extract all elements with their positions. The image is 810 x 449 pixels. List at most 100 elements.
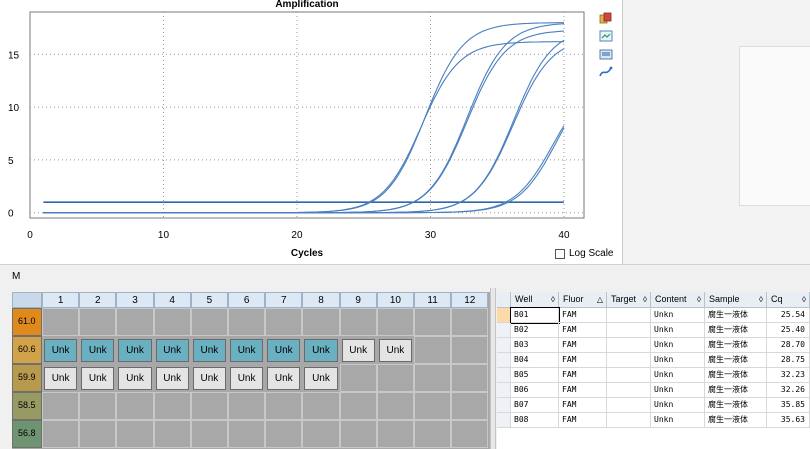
column-header-target[interactable]: Target ◊ — [607, 292, 651, 308]
cell-content[interactable]: Unkn — [651, 353, 705, 368]
plate-well[interactable]: Unk — [81, 367, 115, 390]
cell-sample[interactable]: 腐生一液体 — [705, 323, 767, 338]
print-icon[interactable] — [599, 48, 613, 60]
plate-well-empty[interactable] — [451, 308, 489, 336]
cell-cq[interactable]: 35.85 — [767, 398, 810, 413]
cell-fluor[interactable]: FAM — [559, 383, 607, 398]
column-header-content[interactable]: Content ◊ — [651, 292, 705, 308]
plate-column-header[interactable]: 6 — [228, 292, 266, 308]
log-scale-checkbox[interactable] — [555, 248, 565, 259]
row-indicator[interactable] — [497, 338, 511, 353]
plate-column-header[interactable]: 1 — [42, 292, 80, 308]
plate-well[interactable]: Unk — [155, 367, 189, 390]
plate-well-empty[interactable] — [339, 308, 377, 336]
cell-sample[interactable]: 腐生一液体 — [705, 413, 767, 428]
cell-content[interactable]: Unkn — [651, 338, 705, 353]
cell-fluor[interactable]: FAM — [559, 398, 607, 413]
plate-well[interactable]: Unk — [304, 339, 338, 362]
plate-well-empty[interactable] — [42, 392, 80, 420]
plate-well-empty[interactable] — [228, 420, 266, 448]
plate-column-header[interactable]: 11 — [414, 292, 452, 308]
sort-icon[interactable]: △ — [597, 292, 603, 307]
plate-well-empty[interactable] — [79, 392, 117, 420]
sort-icon[interactable]: ◊ — [759, 292, 763, 307]
sort-icon[interactable]: ◊ — [551, 292, 555, 307]
plate-well-empty[interactable] — [414, 308, 452, 336]
cell-content[interactable]: Unkn — [651, 383, 705, 398]
plate-row-header[interactable]: 61.0 — [12, 308, 42, 336]
plate-well-empty[interactable] — [414, 392, 452, 420]
cell-fluor[interactable]: FAM — [559, 353, 607, 368]
plate-well-empty[interactable] — [190, 420, 228, 448]
row-indicator[interactable] — [497, 413, 511, 428]
plate-well-empty[interactable] — [339, 392, 377, 420]
table-corner[interactable] — [497, 292, 511, 308]
plate-well-empty[interactable] — [265, 392, 303, 420]
cell-target[interactable] — [607, 383, 651, 398]
plate-well-empty[interactable] — [116, 392, 154, 420]
column-header-well[interactable]: Well ◊ — [511, 292, 559, 308]
cell-fluor[interactable]: FAM — [559, 368, 607, 383]
cell-target[interactable] — [607, 413, 651, 428]
plate-well-empty[interactable] — [116, 308, 154, 336]
cell-cq[interactable]: 35.63 — [767, 413, 810, 428]
plate-well[interactable]: Unk — [267, 339, 301, 362]
cell-cq[interactable]: 32.23 — [767, 368, 810, 383]
plate-well-empty[interactable] — [228, 308, 266, 336]
plate-well[interactable]: Unk — [81, 339, 115, 362]
export-image-icon[interactable] — [599, 30, 613, 42]
cell-content[interactable]: Unkn — [651, 323, 705, 338]
plate-well-empty[interactable] — [414, 336, 452, 364]
plate-column-header[interactable]: 4 — [153, 292, 191, 308]
cell-cq[interactable]: 28.75 — [767, 353, 810, 368]
cell-well[interactable]: B05 — [511, 368, 559, 383]
plate-well-empty[interactable] — [302, 308, 340, 336]
plate-column-header[interactable]: 2 — [79, 292, 117, 308]
splitter-handle[interactable] — [490, 288, 496, 449]
plate-column-header[interactable]: 5 — [190, 292, 228, 308]
plate-column-header[interactable]: 3 — [116, 292, 154, 308]
cell-content[interactable]: Unkn — [651, 368, 705, 383]
cell-content[interactable]: Unkn — [651, 398, 705, 413]
cell-cq[interactable]: 32.26 — [767, 383, 810, 398]
cell-well[interactable]: B01 — [510, 307, 560, 324]
cell-content[interactable]: Unkn — [651, 413, 705, 428]
cell-content[interactable]: Unkn — [651, 308, 705, 323]
log-scale-option[interactable]: Log Scale — [555, 248, 613, 259]
cell-target[interactable] — [607, 368, 651, 383]
plate-well[interactable]: Unk — [378, 339, 412, 362]
plate-well[interactable]: Unk — [230, 367, 264, 390]
plate-well[interactable]: Unk — [192, 339, 226, 362]
plate-well-empty[interactable] — [190, 392, 228, 420]
cell-sample[interactable]: 腐生一液体 — [705, 338, 767, 353]
cell-well[interactable]: B02 — [511, 323, 559, 338]
plate-well-empty[interactable] — [116, 420, 154, 448]
cell-target[interactable] — [607, 323, 651, 338]
plate-well-empty[interactable] — [451, 364, 489, 392]
plate-well-empty[interactable] — [376, 364, 414, 392]
cell-fluor[interactable]: FAM — [559, 413, 607, 428]
plate-well[interactable]: Unk — [118, 339, 152, 362]
plate-well-empty[interactable] — [451, 336, 489, 364]
plate-well-empty[interactable] — [190, 308, 228, 336]
plate-well-empty[interactable] — [414, 420, 452, 448]
plate-well-empty[interactable] — [79, 308, 117, 336]
plate-well-empty[interactable] — [79, 420, 117, 448]
row-indicator[interactable] — [497, 353, 511, 368]
plate-well[interactable]: Unk — [304, 367, 338, 390]
row-indicator[interactable] — [497, 308, 511, 323]
settings-chart-icon[interactable] — [599, 66, 613, 78]
cell-fluor[interactable]: FAM — [559, 308, 607, 323]
plate-column-header[interactable]: 7 — [265, 292, 303, 308]
plate-row-header[interactable]: 58.5 — [12, 392, 42, 420]
plate-well-empty[interactable] — [302, 392, 340, 420]
plate-well-empty[interactable] — [153, 392, 191, 420]
cell-well[interactable]: B06 — [511, 383, 559, 398]
plate-column-header[interactable]: 8 — [302, 292, 340, 308]
sort-icon[interactable]: ◊ — [643, 292, 647, 307]
cell-fluor[interactable]: FAM — [559, 338, 607, 353]
cell-sample[interactable]: 腐生一液体 — [705, 308, 767, 323]
sort-icon[interactable]: ◊ — [802, 292, 806, 307]
plate-well-empty[interactable] — [376, 420, 414, 448]
plate-well[interactable]: Unk — [341, 339, 375, 362]
